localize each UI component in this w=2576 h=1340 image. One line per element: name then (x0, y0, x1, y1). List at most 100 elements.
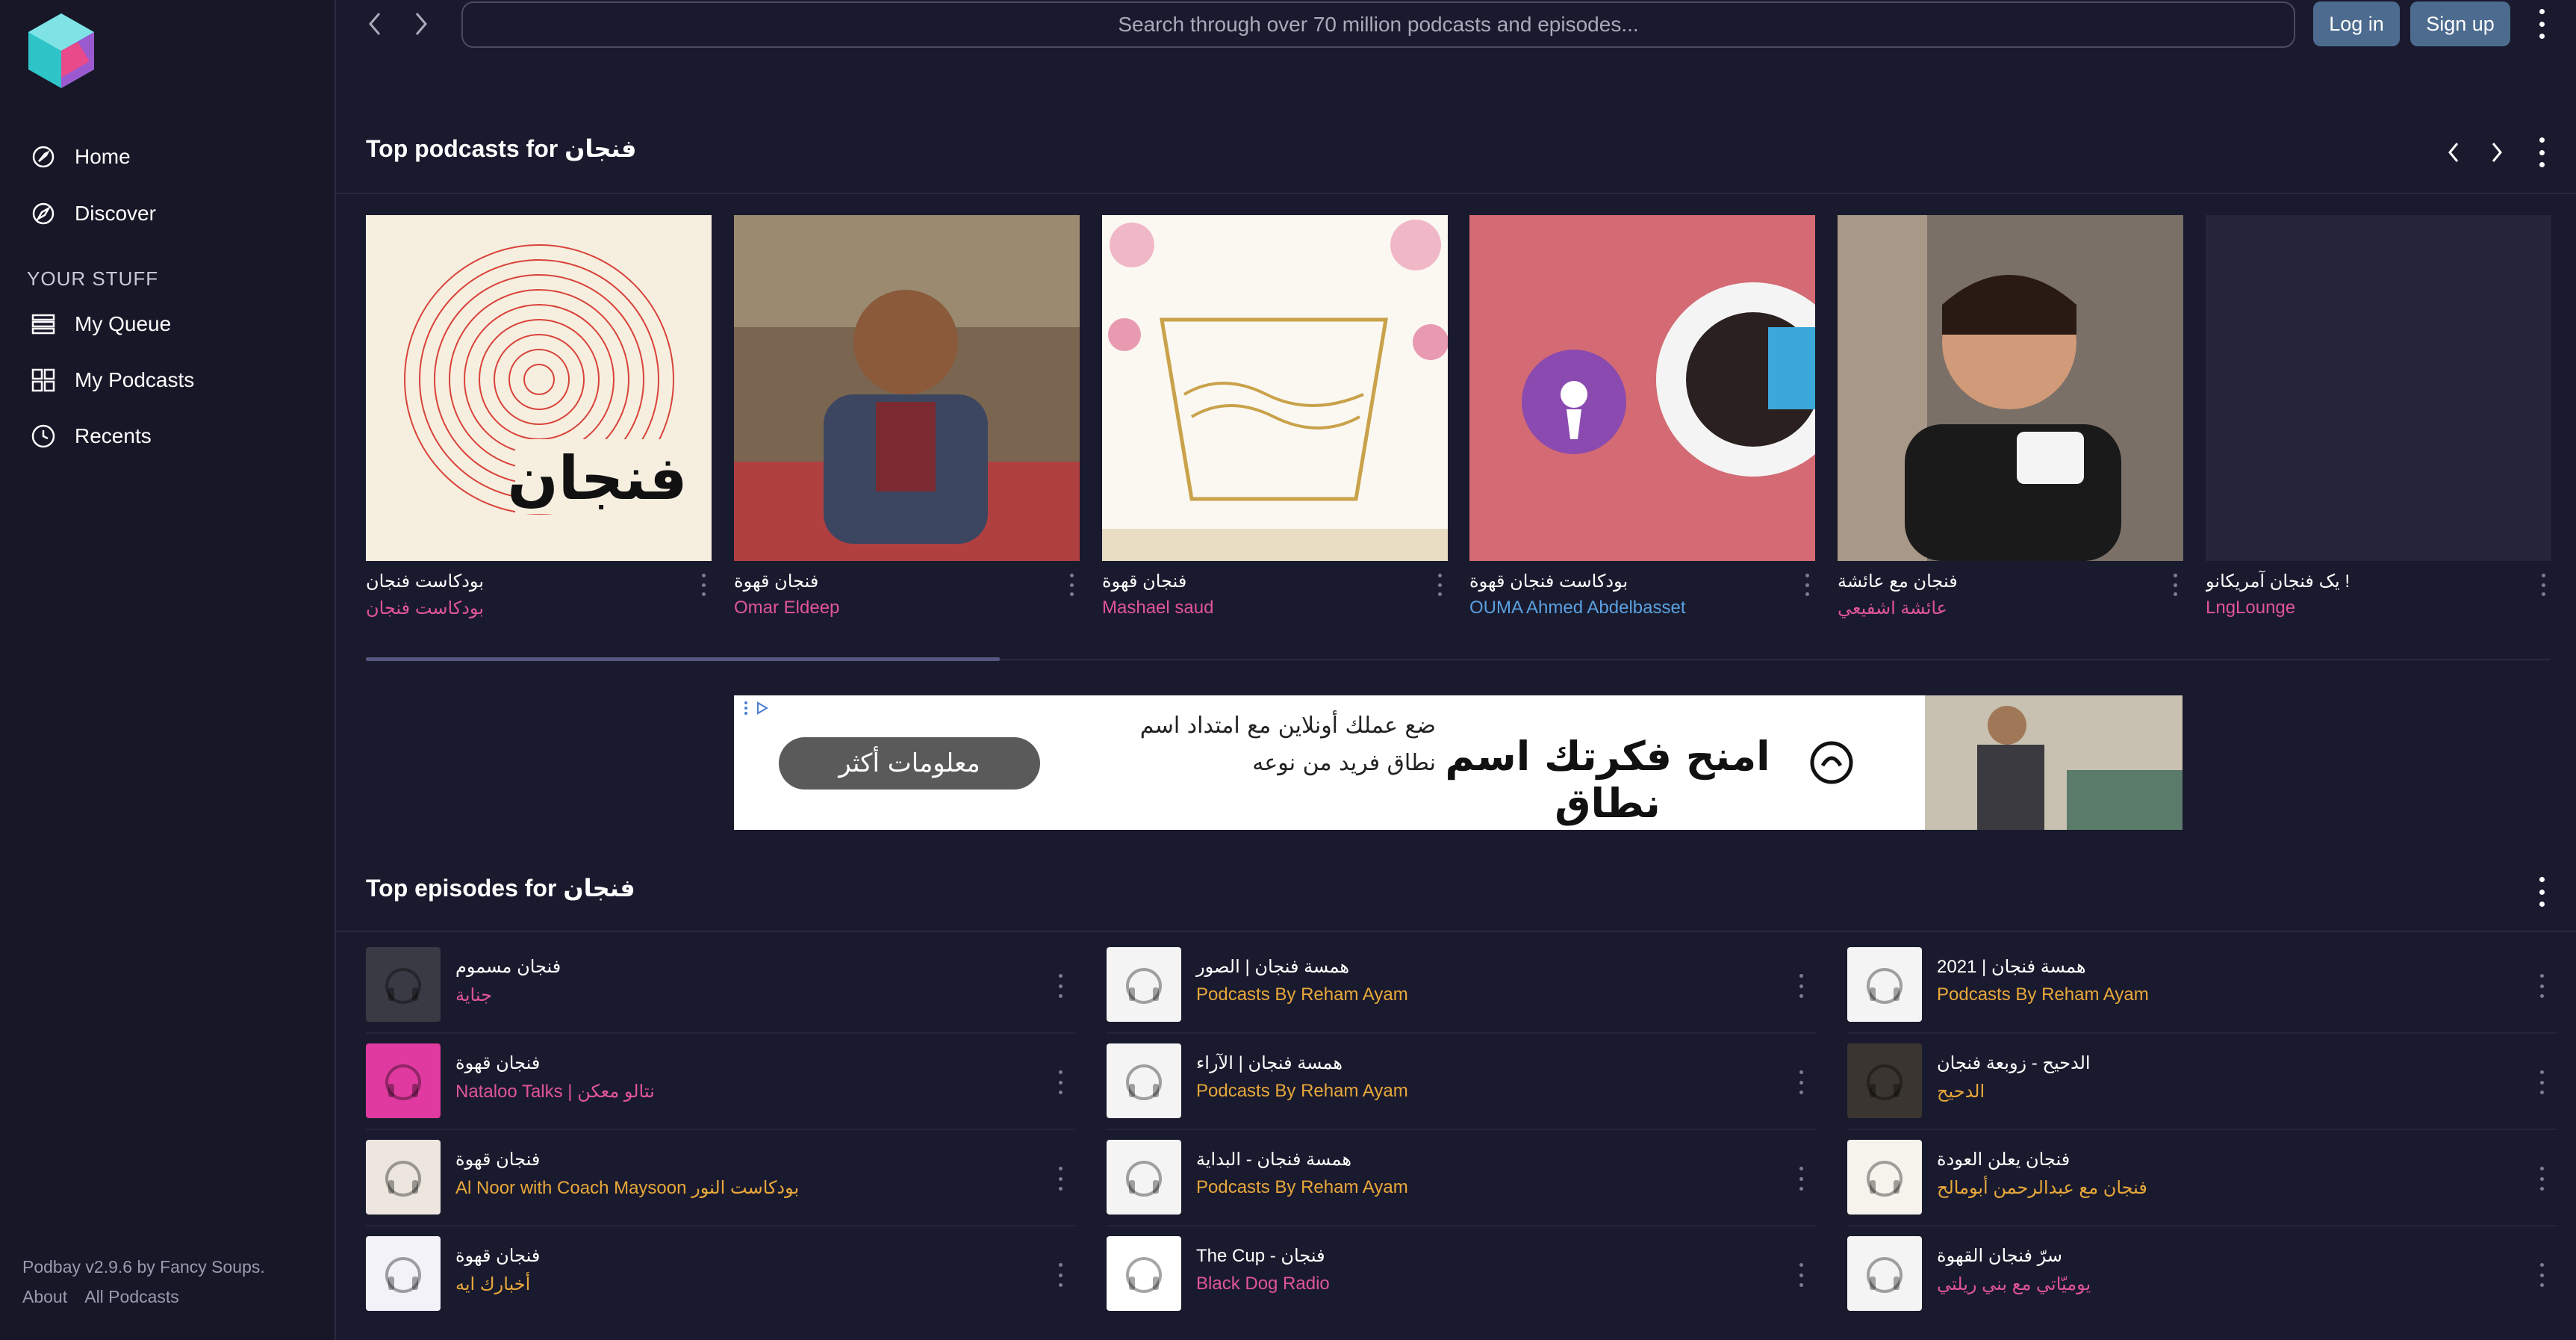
episode-divider (366, 1129, 1075, 1130)
episode-menu-icon[interactable] (1792, 1070, 1810, 1094)
episode-menu-icon[interactable] (2533, 1263, 2551, 1287)
podcasts-menu-icon[interactable] (2533, 137, 2551, 167)
chevron-right-icon (2492, 143, 2502, 162)
podcast-author[interactable]: Mashael saud (1102, 598, 1213, 618)
sidebar-item-my-queue[interactable]: My Queue (28, 302, 171, 347)
podcast-author[interactable]: OUMA Ahmed Abdelbasset (1469, 598, 1686, 618)
ad-choices-icon[interactable] (741, 700, 771, 718)
episode-menu-icon[interactable] (1792, 1263, 1810, 1287)
back-button[interactable] (358, 6, 391, 42)
episode-row[interactable]: سرّ فنجان القهوة يوميّاتي مع بني ريلتي (1847, 1227, 2563, 1323)
episode-podcast[interactable]: الدحيح (1937, 1081, 1985, 1102)
episode-row[interactable]: همسة فنجان | الآراء Podcasts By Reham Aya… (1107, 1035, 1822, 1130)
episode-row[interactable]: الدحيح - زوبعة فنجان الدحيح (1847, 1035, 2563, 1130)
episode-divider (1847, 1225, 2557, 1226)
episode-title: همسة فنجان | 2021 (1937, 957, 2086, 977)
episode-podcast[interactable]: Podcasts By Reham Ayam (1196, 1177, 1408, 1198)
episode-podcast[interactable]: Black Dog Radio (1196, 1274, 1330, 1294)
episode-title: فنجان مسموم (455, 957, 561, 977)
episode-thumbnail (1847, 947, 1922, 1022)
episode-podcast[interactable]: Al Noor with Coach Maysoon بودكاست النور (455, 1177, 799, 1199)
episode-menu-icon[interactable] (2533, 1070, 2551, 1094)
podcast-menu-icon[interactable] (2166, 574, 2184, 596)
episode-row[interactable]: فنجان قهوة Al Noor with Coach Maysoon بود… (366, 1131, 1081, 1226)
podcast-author[interactable]: LngLounge (2206, 598, 2295, 618)
episode-podcast[interactable]: Nataloo Talks | نتالو معكن (455, 1081, 655, 1102)
episode-title: سرّ فنجان القهوة (1937, 1246, 2062, 1266)
ad-photo (1925, 695, 2183, 830)
top-podcasts-heading: Top podcasts for فنجان (366, 135, 637, 162)
episode-title: همسة فنجان - البداية (1196, 1150, 1351, 1170)
podcasts-prev-button[interactable] (2437, 134, 2470, 170)
episode-row[interactable]: فنجان يعلن العودة فنجان مع عبدالرحمن أبوم… (1847, 1131, 2563, 1226)
podcast-card[interactable]: یک فنجان آمریکانو ! LngLounge (2206, 215, 2551, 633)
podcast-author[interactable]: عائشة اشفيعي (1838, 598, 1947, 619)
episode-podcast[interactable]: فنجان مع عبدالرحمن أبومالح (1937, 1177, 2147, 1199)
forward-button[interactable] (405, 6, 438, 42)
episode-row[interactable]: همسة فنجان - البداية Podcasts By Reham Ay… (1107, 1131, 1822, 1226)
about-link[interactable]: About (22, 1287, 67, 1306)
podcast-menu-icon[interactable] (694, 574, 712, 596)
episode-thumbnail (366, 1140, 441, 1215)
podcast-menu-icon[interactable] (1063, 574, 1080, 596)
episode-podcast[interactable]: Podcasts By Reham Ayam (1196, 984, 1408, 1005)
podbay-logo[interactable] (25, 12, 97, 90)
episode-title: The Cup - فنجان (1196, 1246, 1325, 1266)
podcasts-next-button[interactable] (2480, 134, 2513, 170)
home-icon (28, 142, 58, 172)
sidebar-item-discover[interactable]: Discover (28, 191, 156, 236)
ad-description: ضع عملك أونلاين مع امتداد اسم نطاق فريد … (1139, 713, 1436, 776)
episode-row[interactable]: The Cup - فنجان Black Dog Radio (1107, 1227, 1822, 1323)
episode-podcast[interactable]: Podcasts By Reham Ayam (1937, 984, 2149, 1005)
all-podcasts-link[interactable]: All Podcasts (84, 1287, 179, 1306)
podcast-artwork (2206, 215, 2551, 561)
episode-podcast[interactable]: يوميّاتي مع بني ريلتي (1937, 1274, 2091, 1295)
podcast-card[interactable]: بودكاست فنجان قهوة OUMA Ahmed Abdelbasse… (1469, 215, 1815, 633)
podcast-menu-icon[interactable] (1431, 574, 1449, 596)
podcast-card[interactable]: فنجان قهوة Omar Eldeep (734, 215, 1080, 633)
sidebar-item-recents[interactable]: Recents (28, 414, 152, 459)
episode-podcast[interactable]: أخبارك ايه (455, 1274, 530, 1295)
episode-menu-icon[interactable] (2533, 974, 2551, 998)
podcast-author[interactable]: Omar Eldeep (734, 598, 839, 618)
sidebar-footer: Podbay v2.9.6 by Fancy Soups. About All … (22, 1252, 265, 1312)
episode-row[interactable]: فنجان قهوة أخبارك ايه (366, 1227, 1081, 1323)
sidebar-item-home[interactable]: Home (28, 134, 131, 179)
podcast-card[interactable]: فنجان مع عائشة عائشة اشفيعي (1838, 215, 2183, 633)
header-menu-icon[interactable] (2533, 9, 2551, 39)
ad-banner[interactable]: معلومات أكثر ضع عملك أونلاين مع امتداد ا… (734, 695, 2183, 830)
chevron-left-icon (369, 13, 381, 35)
search-input[interactable]: Search through over 70 million podcasts … (461, 1, 2295, 48)
episode-divider (1107, 1225, 1816, 1226)
episode-thumbnail (1847, 1140, 1922, 1215)
podcast-menu-icon[interactable] (1798, 574, 1816, 596)
episodes-menu-icon[interactable] (2533, 877, 2551, 907)
podcast-card[interactable]: فنجان بودكاست فنجان بودكاست فنجان (366, 215, 712, 633)
podcast-menu-icon[interactable] (2534, 574, 2552, 596)
ad-more-info-button[interactable]: معلومات أكثر (779, 737, 1040, 790)
episode-menu-icon[interactable] (2533, 1167, 2551, 1191)
episode-menu-icon[interactable] (1792, 974, 1810, 998)
podcast-artwork: فنجان (366, 215, 712, 561)
carousel-scroll-thumb[interactable] (366, 657, 1000, 661)
episode-title: فنجان يعلن العودة (1937, 1150, 2071, 1170)
podcast-title: بودكاست فنجان (366, 571, 484, 592)
episode-podcast[interactable]: جناية (455, 984, 492, 1006)
podcast-card[interactable]: فنجان قهوة Mashael saud (1102, 215, 1448, 633)
episode-menu-icon[interactable] (1051, 974, 1069, 998)
episode-row[interactable]: همسة فنجان | 2021 Podcasts By Reham Ayam (1847, 938, 2563, 1034)
divider (336, 193, 2576, 194)
sidebar-item-my-podcasts[interactable]: My Podcasts (28, 358, 194, 403)
episode-menu-icon[interactable] (1051, 1263, 1069, 1287)
episode-row[interactable]: همسة فنجان | الصور Podcasts By Reham Ayam (1107, 938, 1822, 1034)
episode-menu-icon[interactable] (1051, 1167, 1069, 1191)
episode-row[interactable]: فنجان قهوة Nataloo Talks | نتالو معكن (366, 1035, 1081, 1130)
login-button[interactable]: Log in (2313, 1, 2400, 46)
episode-podcast[interactable]: Podcasts By Reham Ayam (1196, 1081, 1408, 1102)
episode-row[interactable]: فنجان مسموم جناية (366, 938, 1081, 1034)
signup-button[interactable]: Sign up (2410, 1, 2510, 46)
episode-menu-icon[interactable] (1792, 1167, 1810, 1191)
podcast-author[interactable]: بودكاست فنجان (366, 598, 484, 619)
episode-title: همسة فنجان | الصور (1196, 957, 1349, 977)
episode-menu-icon[interactable] (1051, 1070, 1069, 1094)
